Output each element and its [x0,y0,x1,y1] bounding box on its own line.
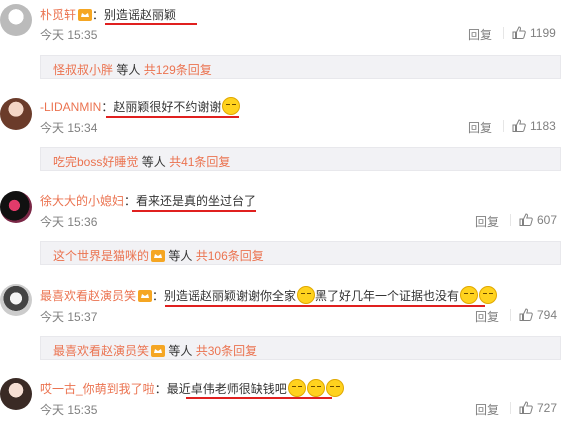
highlight-underline [186,397,332,399]
divider [510,402,511,414]
timestamp: 今天 15:34 [40,121,98,135]
like-count: 727 [537,401,558,415]
avatar[interactable] [0,378,32,410]
reply-button[interactable]: 回复 [475,401,499,418]
avatar[interactable] [0,191,32,223]
sub-replies[interactable]: 这个世界是猫咪的 等人 共106条回复 [40,241,561,265]
username[interactable]: -LIDANMIN [40,100,101,114]
divider [510,214,511,226]
smile-emoji-icon [460,286,479,304]
like-button[interactable]: 1199 [512,26,556,40]
smile-emoji-icon [306,379,325,397]
thumbs-up-icon [512,26,526,39]
reply-button[interactable]: 回复 [468,119,492,136]
comment-4: 最喜欢看赵演员笑 ：别造谣赵丽颖谢谢你全家 黑了好几年一个证据也没有 今天 15:3… [0,276,571,366]
reply-user-link[interactable]: 最喜欢看赵演员笑 [53,344,149,358]
thumbs-up-icon [519,401,533,414]
avatar[interactable] [0,98,32,130]
thumbs-up-icon [519,308,533,321]
username[interactable]: 最喜欢看赵演员笑 [40,289,136,303]
vip-crown-icon [151,250,166,262]
reply-count-link[interactable]: 共106条回复 [196,249,264,263]
comment-text: 别造谣赵丽颖谢谢你全家 [164,289,297,303]
reply-button[interactable]: 回复 [475,308,499,325]
like-button[interactable]: 607 [519,213,557,227]
username[interactable]: 徐大大的小媳妇 [40,194,124,208]
like-count: 1199 [530,26,556,40]
smile-emoji-icon [222,97,241,115]
comment-line: 最喜欢看赵演员笑 ：别造谣赵丽颖谢谢你全家 黑了好几年一个证据也没有 [40,286,498,304]
reply-user-link[interactable]: 这个世界是猫咪的 [53,249,149,263]
highlight-underline [132,210,256,212]
like-count: 607 [537,213,558,227]
avatar[interactable] [0,284,32,316]
comment-5: 哎一古_你萌到我了啦：最近卓伟老师很缺钱吧 今天 15:35 回复 727 [0,370,571,422]
reply-user-link[interactable]: 怪叔叔小胖 [53,63,113,77]
sub-replies[interactable]: 最喜欢看赵演员笑 等人 共30条回复 [40,336,561,360]
username[interactable]: 哎一古_你萌到我了啦 [40,382,155,396]
vip-crown-icon [151,345,166,357]
reply-button[interactable]: 回复 [468,26,492,43]
smile-emoji-icon [325,379,344,397]
comment-line: 哎一古_你萌到我了啦：最近卓伟老师很缺钱吧 [40,379,344,397]
timestamp: 今天 15:36 [40,215,98,229]
like-button[interactable]: 1183 [512,119,556,133]
like-button[interactable]: 794 [519,308,557,322]
smile-emoji-icon [297,286,316,304]
comment-line: -LIDANMIN：赵丽颖很好不约谢谢 [40,97,241,115]
reply-count-link[interactable]: 共129条回复 [144,63,212,77]
divider [503,120,504,132]
vip-crown-icon[interactable] [78,9,93,21]
divider [510,309,511,321]
username[interactable]: 朴觅轩 [40,8,76,22]
reply-button[interactable]: 回复 [475,213,499,230]
like-count: 1183 [530,119,556,133]
highlight-underline [165,305,485,307]
comment-2: -LIDANMIN：赵丽颖很好不约谢谢 今天 15:34 回复 1183 吃完b… [0,90,571,180]
divider [503,27,504,39]
reply-count-link[interactable]: 共41条回复 [169,155,230,169]
comment-line: 徐大大的小媳妇：看来还是真的坐过台了 [40,194,257,208]
smile-emoji-icon [479,286,498,304]
comment-text: 赵丽颖很好不约谢谢 [113,100,222,114]
timestamp: 今天 15:35 [40,403,98,417]
smile-emoji-icon [287,379,306,397]
reply-count-link[interactable]: 共30条回复 [196,344,257,358]
comment-text: 黑了好几年一个证据也没有 [315,289,460,303]
thumbs-up-icon [519,213,533,226]
comment-line: 朴觅轩 ：别造谣赵丽颖 [40,8,177,22]
thumbs-up-icon [512,119,526,132]
comment-text: 看来还是真的坐过台了 [136,194,257,208]
vip-crown-icon[interactable] [138,290,153,302]
comment-1: 朴觅轩 ：别造谣赵丽颖 今天 15:35 回复 1199 怪叔叔小胖 等人 共12… [0,0,571,80]
sub-replies[interactable]: 吃完boss好睡觉 等人 共41条回复 [40,147,561,171]
timestamp: 今天 15:37 [40,310,98,324]
like-count: 794 [537,308,558,322]
timestamp: 今天 15:35 [40,28,98,42]
like-button[interactable]: 727 [519,401,557,415]
avatar[interactable] [0,4,32,36]
highlight-underline [105,23,197,25]
sub-replies[interactable]: 怪叔叔小胖 等人 共129条回复 [40,55,561,79]
comment-3: 徐大大的小媳妇：看来还是真的坐过台了 今天 15:36 回复 607 这个世界是… [0,183,571,273]
comment-text: 最近卓伟老师很缺钱吧 [166,382,287,396]
comment-text: 别造谣赵丽颖 [104,8,177,22]
reply-user-link[interactable]: 吃完boss好睡觉 [53,155,138,169]
highlight-underline [106,116,239,118]
